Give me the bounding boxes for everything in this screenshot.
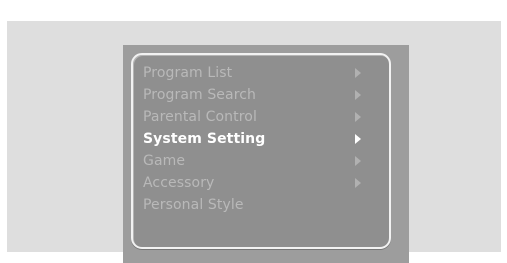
main-menu-panel: Program List Program Search Parental Con… xyxy=(131,53,391,249)
menu-item-program-search[interactable]: Program Search xyxy=(143,85,375,105)
tv-menu-screen: Program List Program Search Parental Con… xyxy=(7,21,501,263)
chevron-right-icon xyxy=(355,112,361,122)
menu-item-label: System Setting xyxy=(143,131,266,147)
chevron-right-icon xyxy=(355,134,361,144)
menu-item-game[interactable]: Game xyxy=(143,151,375,171)
menu-item-program-list[interactable]: Program List xyxy=(143,63,375,83)
menu-item-label: Game xyxy=(143,153,186,169)
menu-item-label: Program List xyxy=(143,65,233,81)
menu-item-label: Parental Control xyxy=(143,109,257,125)
chevron-right-icon xyxy=(355,156,361,166)
chevron-right-icon xyxy=(355,178,361,188)
menu-item-label: Accessory xyxy=(143,175,215,191)
menu-item-system-setting[interactable]: System Setting xyxy=(143,129,375,149)
menu-item-parental-control[interactable]: Parental Control xyxy=(143,107,375,127)
menu-item-label: Program Search xyxy=(143,87,257,103)
chevron-right-icon xyxy=(355,68,361,78)
menu-frame: Program List Program Search Parental Con… xyxy=(123,45,409,263)
chevron-right-icon xyxy=(355,90,361,100)
menu-item-accessory[interactable]: Accessory xyxy=(143,173,375,193)
menu-item-personal-style[interactable]: Personal Style xyxy=(143,195,375,215)
menu-item-label: Personal Style xyxy=(143,197,244,213)
